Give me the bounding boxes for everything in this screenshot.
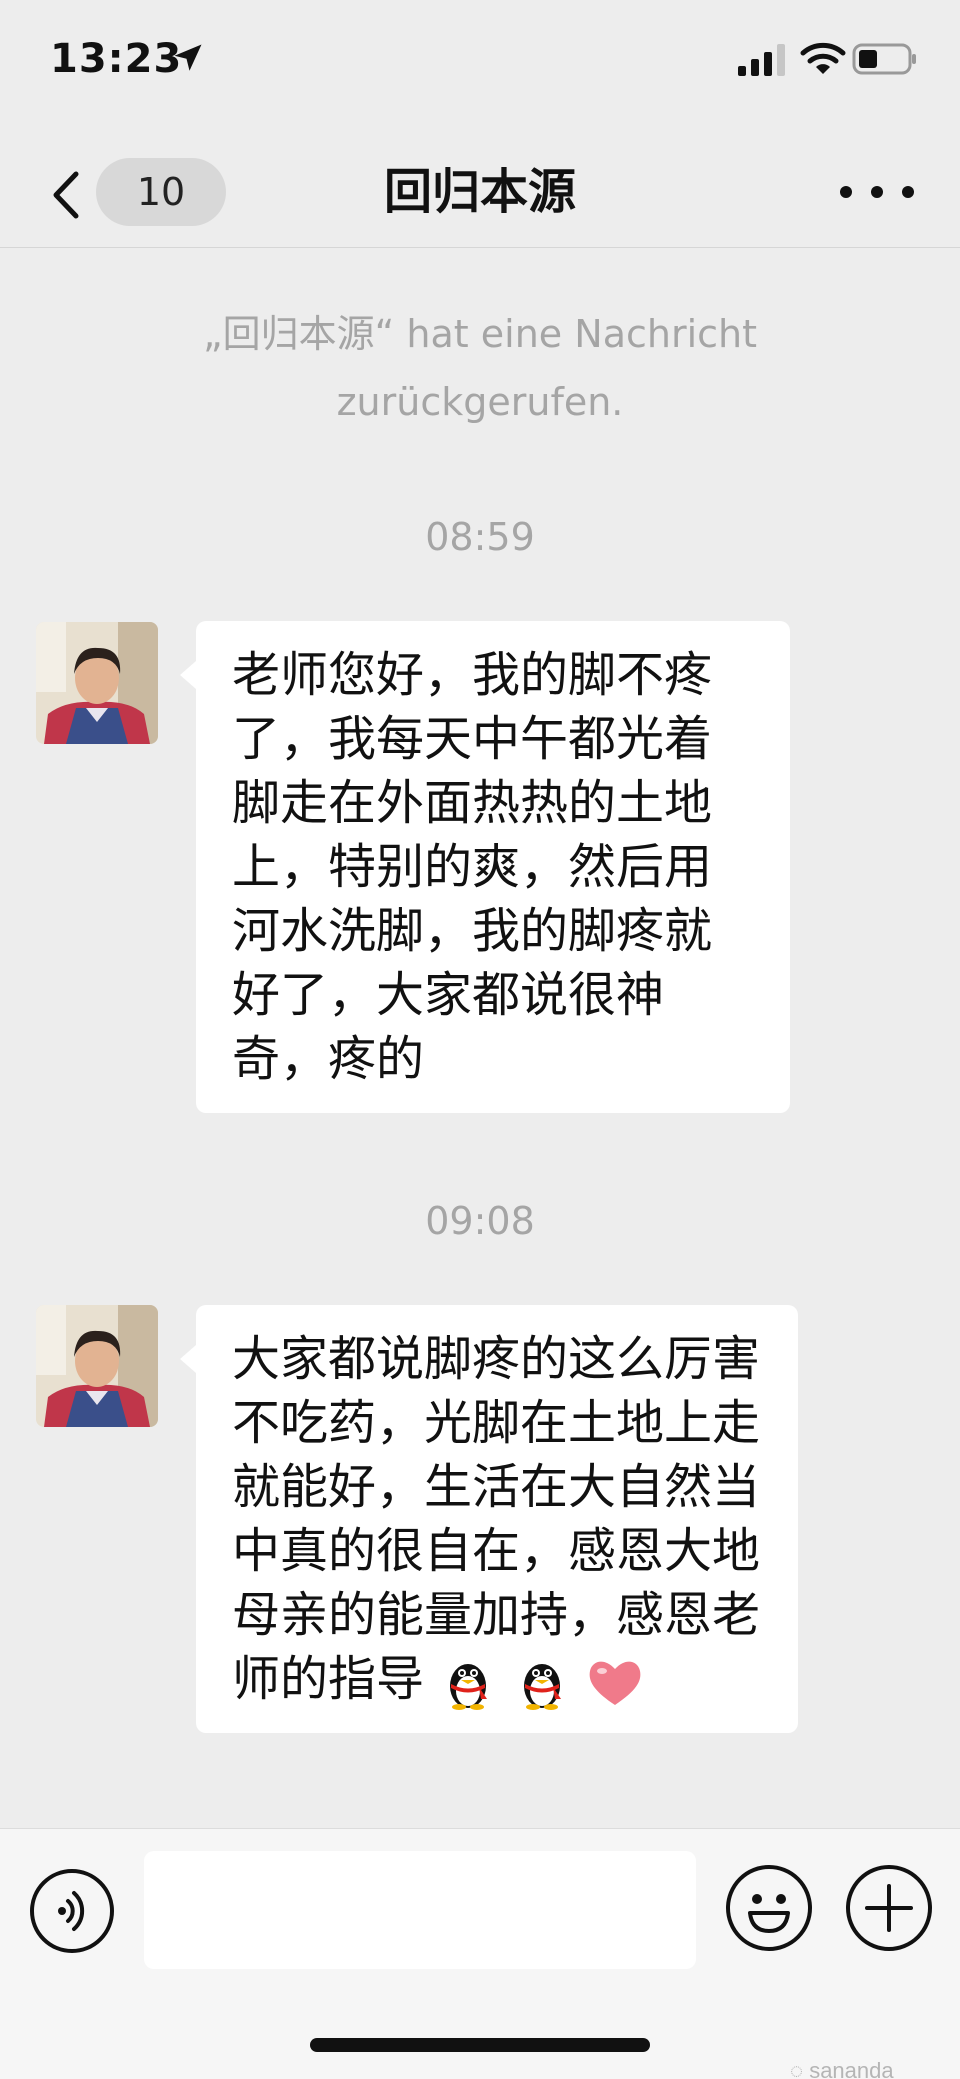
watermark: ◌ sananda bbox=[790, 2058, 894, 2079]
location-arrow-icon bbox=[174, 44, 202, 71]
message-timestamp: 08:59 bbox=[425, 515, 535, 559]
watermark-text: sananda bbox=[809, 2058, 894, 2079]
avatar-photo-icon bbox=[36, 622, 158, 744]
cellular-signal-icon bbox=[738, 44, 785, 76]
message-bubble[interactable]: 老师您好，我的脚不疼了，我每天中午都光着脚走在外面热热的土地上，特别的爽，然后用… bbox=[180, 621, 790, 1113]
penguin-emoji-icon bbox=[523, 1664, 561, 1710]
status-bar: 13:23 bbox=[0, 0, 960, 120]
more-options-button[interactable] bbox=[840, 170, 914, 214]
recall-notice: „回归本源“ hat eine Nachricht zurückgerufen. bbox=[202, 312, 758, 424]
back-button[interactable]: 10 bbox=[40, 158, 226, 226]
message-input[interactable] bbox=[144, 1851, 696, 1969]
home-indicator bbox=[310, 2038, 650, 2052]
plus-icon bbox=[865, 1884, 913, 1932]
more-dot-icon bbox=[902, 186, 914, 198]
chevron-left-icon bbox=[53, 171, 79, 219]
voice-icon bbox=[58, 1891, 85, 1931]
more-dot-icon bbox=[840, 186, 852, 198]
sender-avatar[interactable] bbox=[36, 1305, 158, 1427]
sender-avatar[interactable] bbox=[36, 622, 158, 744]
emoji-picker-button[interactable] bbox=[726, 1865, 812, 1951]
message-text: 老师您好，我的脚不疼了，我每天中午都光着脚走在外面热热的土地上，特别的爽，然后用… bbox=[232, 647, 713, 1087]
more-functions-button[interactable] bbox=[846, 1865, 932, 1951]
chat-title: 回归本源 bbox=[383, 164, 576, 220]
message-text: 大家都说脚疼的这么厉害不吃药，光脚在土地上走就能好，生活在大自然当中真的很自在，… bbox=[232, 1331, 761, 1707]
message-timestamp: 09:08 bbox=[425, 1199, 535, 1243]
wechat-logo-icon: ◌ bbox=[790, 2058, 810, 2079]
voice-input-button[interactable] bbox=[30, 1869, 114, 1953]
more-dot-icon bbox=[871, 186, 883, 198]
battery-icon bbox=[852, 43, 916, 75]
smiley-icon bbox=[748, 1894, 790, 1933]
nav-bar: 10 回归本源 bbox=[0, 130, 960, 248]
penguin-emoji-icon bbox=[450, 1664, 488, 1710]
message-bubble[interactable]: 大家都说脚疼的这么厉害不吃药，光脚在土地上走就能好，生活在大自然当中真的很自在，… bbox=[180, 1305, 798, 1733]
status-time: 13:23 bbox=[50, 36, 183, 82]
avatar-photo-icon bbox=[36, 1305, 158, 1427]
heart-emoji-icon bbox=[589, 1661, 641, 1705]
wifi-icon bbox=[800, 42, 846, 74]
